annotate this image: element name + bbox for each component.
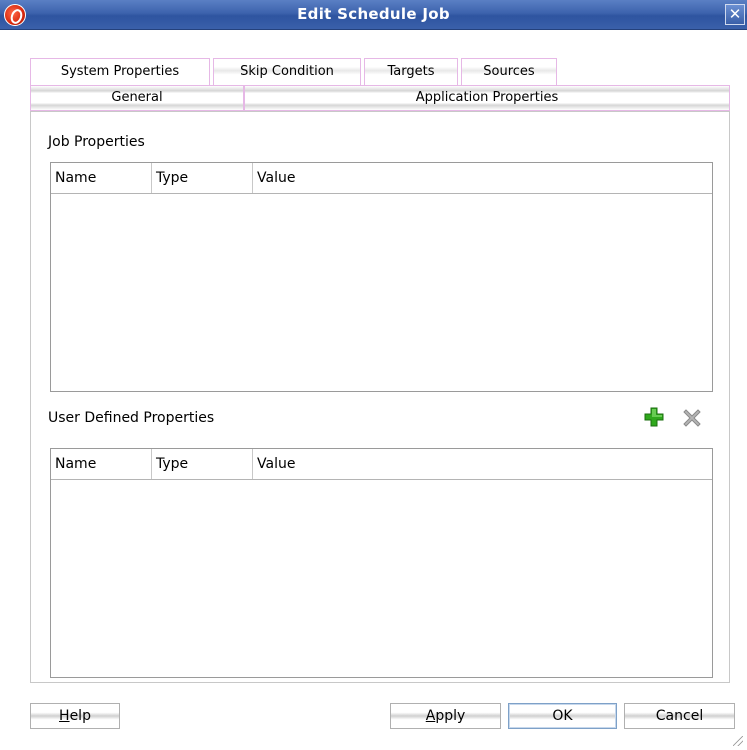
- tab-sources[interactable]: Sources: [461, 58, 557, 85]
- apply-mnemonic: A: [425, 708, 436, 724]
- help-button[interactable]: Help: [30, 703, 120, 729]
- user-defined-properties-label: User Defined Properties: [48, 410, 215, 426]
- column-header-value[interactable]: Value: [253, 449, 712, 479]
- tab-skip-condition[interactable]: Skip Condition: [213, 58, 361, 85]
- apply-button[interactable]: Apply: [390, 703, 501, 729]
- delete-icon[interactable]: [682, 408, 702, 428]
- tab-row-secondary: General Application Properties: [30, 85, 730, 111]
- tab-general[interactable]: General: [30, 85, 244, 111]
- tab-system-properties[interactable]: System Properties: [30, 58, 210, 85]
- system-properties-panel: Job Properties Name Type Value User Defi…: [30, 111, 730, 683]
- title-bar: Edit Schedule Job ✕: [0, 0, 747, 30]
- column-header-name[interactable]: Name: [51, 449, 152, 479]
- user-defined-properties-table[interactable]: Name Type Value: [50, 448, 713, 678]
- dialog-body: System Properties Skip Condition Targets…: [0, 30, 747, 750]
- close-button[interactable]: ✕: [725, 4, 745, 25]
- window-title: Edit Schedule Job: [297, 5, 450, 23]
- table-header: Name Type Value: [51, 163, 712, 194]
- cancel-button[interactable]: Cancel: [624, 703, 735, 729]
- job-properties-label: Job Properties: [48, 134, 145, 150]
- resize-grip[interactable]: [733, 736, 743, 746]
- help-label: elp: [69, 708, 91, 724]
- table-header: Name Type Value: [51, 449, 712, 480]
- column-header-type[interactable]: Type: [152, 163, 253, 193]
- job-properties-table[interactable]: Name Type Value: [50, 162, 713, 392]
- add-icon[interactable]: [643, 406, 665, 428]
- column-header-name[interactable]: Name: [51, 163, 152, 193]
- help-mnemonic: H: [59, 708, 70, 724]
- column-header-type[interactable]: Type: [152, 449, 253, 479]
- tab-targets[interactable]: Targets: [364, 58, 458, 85]
- tab-application-properties[interactable]: Application Properties: [244, 85, 730, 111]
- column-header-value[interactable]: Value: [253, 163, 712, 193]
- ok-button[interactable]: OK: [508, 703, 617, 729]
- apply-label: pply: [435, 708, 466, 724]
